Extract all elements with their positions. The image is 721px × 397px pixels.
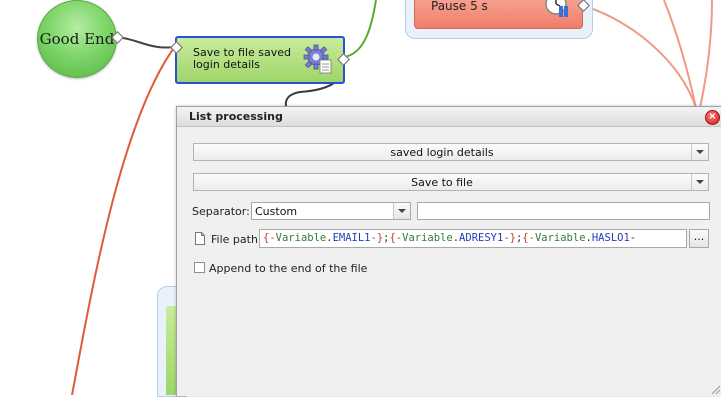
dialog-title: List processing — [189, 110, 283, 123]
close-icon[interactable]: × — [705, 110, 720, 125]
action-select-value: Save to file — [411, 176, 473, 189]
wire-salmon-3 — [699, 0, 713, 109]
wire-red-left — [71, 44, 177, 395]
pause-node-label: Pause 5 s — [431, 0, 488, 13]
separator-select[interactable]: Custom — [251, 202, 411, 220]
resize-grip-icon[interactable] — [709, 383, 721, 395]
list-processing-dialog: List processing × saved login details Sa… — [176, 106, 721, 396]
pause-node[interactable]: Pause 5 s — [414, 0, 583, 29]
chevron-down-icon[interactable] — [691, 174, 708, 190]
save-node-label: Save to file saved login details — [193, 46, 292, 71]
wire-good-end-to-save — [117, 36, 177, 49]
file-path-value: {-Variable.EMAIL1-};{-Variable.ADRESY1-}… — [263, 232, 637, 244]
wire-green — [342, 0, 377, 58]
dialog-titlebar[interactable]: List processing × — [177, 107, 721, 127]
file-path-input[interactable]: {-Variable.EMAIL1-};{-Variable.ADRESY1-}… — [259, 229, 687, 248]
separator-select-value: Custom — [255, 205, 298, 218]
clock-icon — [545, 0, 568, 17]
wire-salmon-1 — [583, 5, 697, 109]
save-to-file-node[interactable]: Save to file saved login details — [175, 36, 345, 84]
separator-input[interactable] — [417, 202, 710, 220]
chevron-down-icon[interactable] — [691, 144, 708, 160]
browse-button[interactable]: ... — [689, 229, 709, 248]
good-end-label: Good End — [39, 30, 115, 48]
list-select[interactable]: saved login details — [193, 143, 709, 161]
file-icon — [195, 232, 205, 245]
good-end-node[interactable]: Good End — [37, 0, 117, 78]
separator-label: Separator: — [192, 205, 250, 218]
list-select-value: saved login details — [390, 146, 494, 159]
append-label: Append to the end of the file — [209, 262, 368, 275]
gear-icon — [303, 44, 332, 74]
wire-salmon-2 — [663, 0, 697, 109]
action-select[interactable]: Save to file — [193, 173, 709, 191]
append-checkbox[interactable] — [194, 262, 205, 273]
chevron-down-icon[interactable] — [393, 203, 410, 219]
file-path-label: File path — [211, 233, 258, 246]
